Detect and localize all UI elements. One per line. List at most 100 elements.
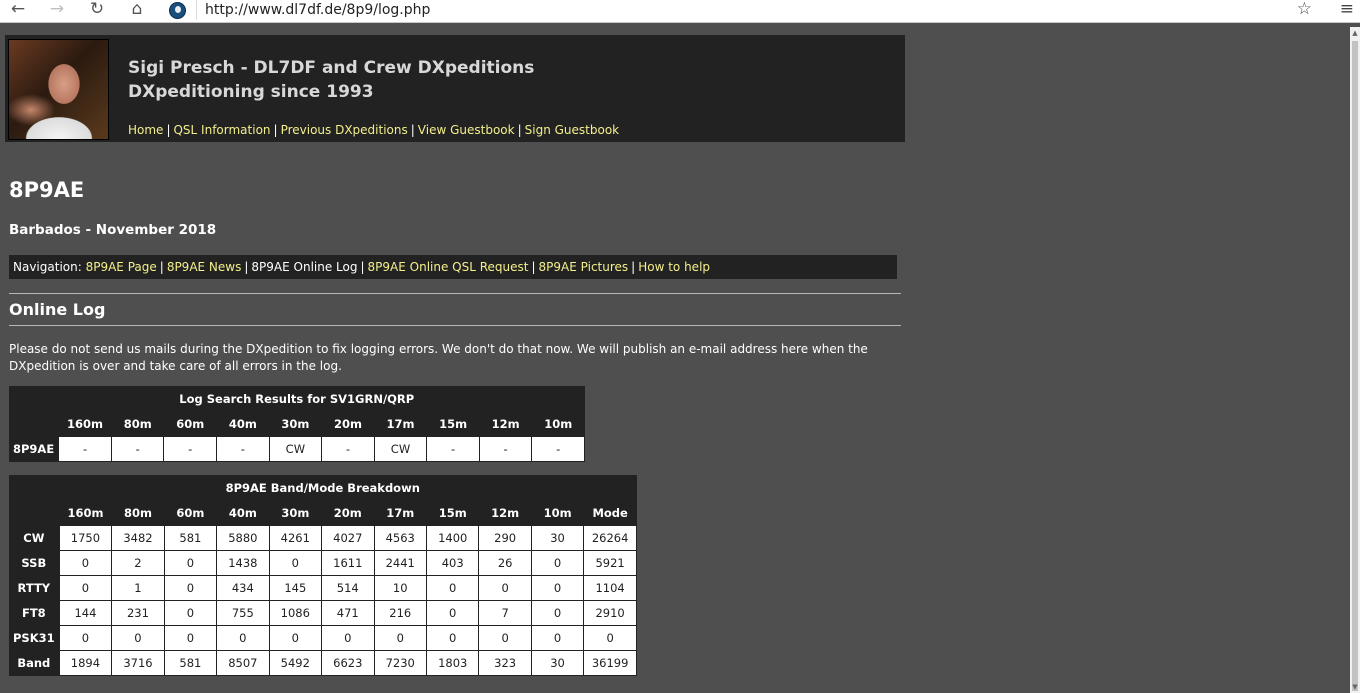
table-cell: 0 bbox=[163, 550, 218, 576]
nav-separator: | bbox=[244, 260, 249, 274]
table-cell: 0 bbox=[425, 625, 480, 651]
vertical-scrollbar[interactable]: ▲ ▼ bbox=[1350, 27, 1360, 693]
table-cell: 323 bbox=[478, 650, 532, 676]
navigation-prefix: Navigation: bbox=[13, 260, 82, 274]
nav-separator: | bbox=[517, 123, 522, 137]
nav-separator: | bbox=[631, 260, 636, 274]
column-header: 60m bbox=[176, 505, 205, 520]
nav-link-qsl-information[interactable]: QSL Information bbox=[173, 123, 270, 137]
column-header: 15m bbox=[438, 505, 467, 520]
scroll-down-arrow-icon[interactable]: ▼ bbox=[1351, 683, 1359, 691]
column-header: 17m bbox=[386, 416, 415, 431]
table-cell: 145 bbox=[268, 575, 323, 601]
column-header: 20m bbox=[333, 505, 362, 520]
table-cell: 755 bbox=[216, 600, 270, 626]
table-cell: 290 bbox=[478, 525, 532, 551]
table-cell: 216 bbox=[373, 600, 427, 626]
table-row: Band 1894 3716 581 8507 5492 6623 7230 1803 323 30… bbox=[9, 650, 637, 676]
table-row: 8P9AE - - - - CW - CW - - - bbox=[9, 436, 585, 462]
band-mode-breakdown-table: 8P9AE Band/Mode Breakdown 160m 80m 60m 40m 3… bbox=[9, 475, 637, 676]
column-header: 40m bbox=[228, 416, 257, 431]
table-title: Log Search Results for SV1GRN/QRP bbox=[179, 391, 415, 406]
nav-link-view-guestbook[interactable]: View Guestbook bbox=[418, 123, 515, 137]
subnav-link-page[interactable]: 8P9AE Page bbox=[86, 260, 157, 274]
table-cell: - bbox=[321, 436, 375, 462]
table-row: FT8 144 231 0 755 1086 471 216 0 7 0 2910 bbox=[9, 600, 637, 626]
table-cell: 4027 bbox=[321, 525, 375, 551]
site-title: Sigi Presch - DL7DF and Crew DXpeditions… bbox=[128, 56, 534, 104]
scrollbar-thumb[interactable] bbox=[1352, 41, 1358, 691]
home-icon[interactable]: ⌂ bbox=[123, 0, 151, 20]
table-cell: 0 bbox=[268, 550, 323, 576]
subnav-link-news[interactable]: 8P9AE News bbox=[167, 260, 242, 274]
table-cell: 30 bbox=[530, 525, 585, 551]
forward-arrow-icon[interactable]: → bbox=[43, 0, 71, 20]
column-header: 10m bbox=[543, 505, 572, 520]
table-cell: 144 bbox=[58, 600, 113, 626]
site-title-line2: DXpeditioning since 1993 bbox=[128, 82, 374, 102]
table-cell: 0 bbox=[373, 625, 427, 651]
nav-link-home[interactable]: Home bbox=[128, 123, 163, 137]
table-cell: 5492 bbox=[268, 650, 323, 676]
nav-separator: | bbox=[360, 260, 365, 274]
column-header: 40m bbox=[228, 505, 257, 520]
bookmark-star-icon[interactable]: ☆ bbox=[1297, 0, 1312, 19]
column-header: 12m bbox=[491, 505, 520, 520]
table-cell: 36199 bbox=[583, 650, 637, 676]
reload-icon[interactable]: ↻ bbox=[83, 0, 111, 20]
row-header: Band bbox=[17, 656, 51, 670]
nav-separator: | bbox=[166, 123, 171, 137]
back-arrow-icon[interactable]: ← bbox=[4, 0, 32, 20]
table-cell: 1400 bbox=[425, 525, 480, 551]
nav-link-sign-guestbook[interactable]: Sign Guestbook bbox=[525, 123, 619, 137]
table-row: PSK31 0 0 0 0 0 0 0 0 0 0 0 bbox=[9, 625, 637, 651]
table-cell: - bbox=[163, 436, 218, 462]
table-cell: 0 bbox=[163, 575, 218, 601]
column-header: 20m bbox=[333, 416, 362, 431]
table-cell: 4261 bbox=[268, 525, 323, 551]
table-cell: 0 bbox=[583, 625, 637, 651]
table-cell: 0 bbox=[163, 600, 218, 626]
table-cell: 5880 bbox=[216, 525, 270, 551]
author-photo bbox=[8, 39, 109, 140]
top-navigation: Home | QSL Information | Previous DXpedition… bbox=[128, 122, 619, 138]
table-cell: 26 bbox=[478, 550, 532, 576]
subnav-link-pictures[interactable]: 8P9AE Pictures bbox=[539, 260, 629, 274]
table-cell: 26264 bbox=[583, 525, 637, 551]
row-header: PSK31 bbox=[13, 631, 55, 645]
logging-notice: Please do not send us mails during the D… bbox=[9, 342, 868, 373]
table-cell: 7 bbox=[478, 600, 532, 626]
table-row: SSB 0 2 0 1438 0 1611 2441 403 26 0 5921 bbox=[9, 550, 637, 576]
table-cell: 0 bbox=[478, 625, 532, 651]
table-cell: 0 bbox=[530, 625, 585, 651]
row-header: FT8 bbox=[21, 606, 46, 620]
table-cell: 514 bbox=[321, 575, 375, 601]
column-header: Mode bbox=[592, 505, 628, 520]
column-header: 30m bbox=[281, 416, 310, 431]
table-cell: 0 bbox=[425, 575, 480, 601]
address-bar[interactable]: http://www.dl7df.de/8p9/log.php bbox=[196, 0, 1290, 20]
divider bbox=[9, 293, 901, 294]
nav-separator: | bbox=[159, 260, 164, 274]
table-cell: - bbox=[426, 436, 480, 462]
nav-separator: | bbox=[273, 123, 278, 137]
table-cell: 1894 bbox=[58, 650, 113, 676]
table-cell: 403 bbox=[425, 550, 480, 576]
table-cell: 0 bbox=[530, 575, 585, 601]
table-cell: 8507 bbox=[216, 650, 270, 676]
scroll-up-arrow-icon[interactable]: ▲ bbox=[1351, 29, 1359, 37]
nav-link-previous-dxpeditions[interactable]: Previous DXpeditions bbox=[281, 123, 408, 137]
row-header: SSB bbox=[21, 556, 47, 570]
table-cell: 0 bbox=[268, 625, 323, 651]
browser-menu-icon[interactable]: ≡ bbox=[1340, 0, 1354, 19]
table-cell: 30 bbox=[530, 650, 585, 676]
column-header: 60m bbox=[176, 416, 205, 431]
subnav-link-how-to-help[interactable]: How to help bbox=[638, 260, 710, 274]
subnav-link-qsl-request[interactable]: 8P9AE Online QSL Request bbox=[368, 260, 529, 274]
row-header: 8P9AE bbox=[13, 442, 55, 456]
table-cell: 0 bbox=[163, 625, 218, 651]
table-row: RTTY 0 1 0 434 145 514 10 0 0 0 1104 bbox=[9, 575, 637, 601]
table-cell: 1104 bbox=[583, 575, 637, 601]
table-cell: 3482 bbox=[111, 525, 165, 551]
site-favicon-icon bbox=[169, 2, 186, 19]
